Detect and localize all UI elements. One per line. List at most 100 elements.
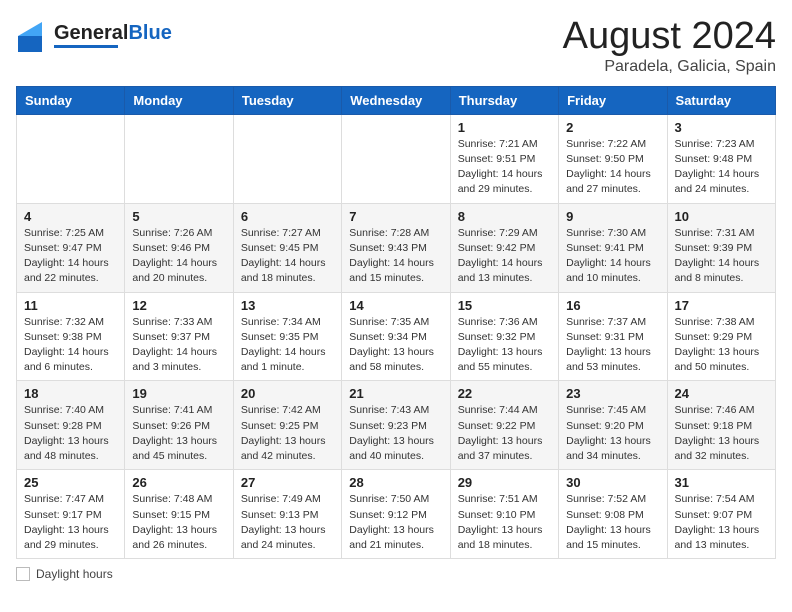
day-number: 18 (24, 386, 117, 401)
calendar-day-cell: 8 Sunrise: 7:29 AMSunset: 9:42 PMDaylight… (450, 203, 558, 292)
calendar-day-cell: 2 Sunrise: 7:22 AMSunset: 9:50 PMDaylight… (559, 114, 667, 203)
calendar-day-cell (233, 114, 341, 203)
calendar-day-cell: 7Sunrise: 7:28 AMSunset: 9:43 PMDaylight… (342, 203, 450, 292)
day-info: Sunrise: 7:38 AMSunset: 9:29 PMDaylight:… (675, 315, 768, 376)
day-info: Sunrise: 7:40 AMSunset: 9:28 PMDaylight:… (24, 403, 117, 464)
calendar-day-header: Thursday (450, 86, 558, 114)
day-number: 17 (675, 298, 768, 313)
day-info: Sunrise: 7:54 AMSunset: 9:07 PMDaylight:… (675, 492, 768, 553)
day-number: 2 (566, 120, 659, 135)
day-number: 20 (241, 386, 334, 401)
day-info: Sunrise: 7:46 AMSunset: 9:18 PMDaylight:… (675, 403, 768, 464)
calendar-day-cell: 6 Sunrise: 7:27 AMSunset: 9:45 PMDaylight… (233, 203, 341, 292)
day-info: Sunrise: 7:22 AMSunset: 9:50 PMDaylight:… (566, 137, 659, 198)
footer-label: Daylight hours (36, 567, 113, 581)
calendar-day-cell: 14 Sunrise: 7:35 AMSunset: 9:34 PMDayligh… (342, 292, 450, 381)
calendar-day-cell: 3Sunrise: 7:23 AMSunset: 9:48 PMDaylight… (667, 114, 775, 203)
day-number: 15 (458, 298, 551, 313)
calendar-day-cell: 25Sunrise: 7:47 AMSunset: 9:17 PMDayligh… (17, 470, 125, 559)
calendar-week-row: 11 Sunrise: 7:32 AMSunset: 9:38 PMDayligh… (17, 292, 776, 381)
calendar-day-header: Tuesday (233, 86, 341, 114)
day-info: Sunrise: 7:31 AMSunset: 9:39 PMDaylight:… (675, 226, 768, 287)
calendar-week-row: 1Sunrise: 7:21 AMSunset: 9:51 PMDaylight… (17, 114, 776, 203)
day-info: Sunrise: 7:35 AMSunset: 9:34 PMDaylight:… (349, 315, 442, 376)
calendar-day-cell: 17 Sunrise: 7:38 AMSunset: 9:29 PMDayligh… (667, 292, 775, 381)
day-number: 21 (349, 386, 442, 401)
calendar-day-cell: 12Sunrise: 7:33 AMSunset: 9:37 PMDayligh… (125, 292, 233, 381)
calendar-day-cell: 11 Sunrise: 7:32 AMSunset: 9:38 PMDayligh… (17, 292, 125, 381)
day-info: Sunrise: 7:25 AMSunset: 9:47 PMDaylight:… (24, 226, 117, 287)
day-info: Sunrise: 7:51 AMSunset: 9:10 PMDaylight:… (458, 492, 551, 553)
day-number: 8 (458, 209, 551, 224)
day-number: 30 (566, 475, 659, 490)
calendar-week-row: 18 Sunrise: 7:40 AMSunset: 9:28 PMDayligh… (17, 381, 776, 470)
day-info: Sunrise: 7:49 AMSunset: 9:13 PMDaylight:… (241, 492, 334, 553)
day-number: 29 (458, 475, 551, 490)
day-number: 14 (349, 298, 442, 313)
day-number: 23 (566, 386, 659, 401)
day-info: Sunrise: 7:50 AMSunset: 9:12 PMDaylight:… (349, 492, 442, 553)
calendar-day-cell: 18 Sunrise: 7:40 AMSunset: 9:28 PMDayligh… (17, 381, 125, 470)
calendar-day-cell: 1Sunrise: 7:21 AMSunset: 9:51 PMDaylight… (450, 114, 558, 203)
page-header: GeneralBlue August 2024 Paradela, Galici… (16, 16, 776, 76)
day-info: Sunrise: 7:21 AMSunset: 9:51 PMDaylight:… (458, 137, 551, 198)
calendar-day-cell: 19 Sunrise: 7:41 AMSunset: 9:26 PMDayligh… (125, 381, 233, 470)
day-number: 6 (241, 209, 334, 224)
day-info: Sunrise: 7:36 AMSunset: 9:32 PMDaylight:… (458, 315, 551, 376)
calendar-day-cell (342, 114, 450, 203)
calendar-day-header: Saturday (667, 86, 775, 114)
day-info: Sunrise: 7:43 AMSunset: 9:23 PMDaylight:… (349, 403, 442, 464)
day-number: 9 (566, 209, 659, 224)
day-info: Sunrise: 7:33 AMSunset: 9:37 PMDaylight:… (132, 315, 225, 376)
calendar-day-cell: 22 Sunrise: 7:44 AMSunset: 9:22 PMDayligh… (450, 381, 558, 470)
calendar-day-cell: 20 Sunrise: 7:42 AMSunset: 9:25 PMDayligh… (233, 381, 341, 470)
day-number: 22 (458, 386, 551, 401)
footer: Daylight hours (16, 567, 776, 581)
calendar-table: SundayMondayTuesdayWednesdayThursdayFrid… (16, 86, 776, 559)
calendar-day-cell: 10 Sunrise: 7:31 AMSunset: 9:39 PMDayligh… (667, 203, 775, 292)
location: Paradela, Galicia, Spain (563, 58, 776, 76)
day-number: 25 (24, 475, 117, 490)
day-number: 27 (241, 475, 334, 490)
calendar-day-cell: 28 Sunrise: 7:50 AMSunset: 9:12 PMDayligh… (342, 470, 450, 559)
day-info: Sunrise: 7:26 AMSunset: 9:46 PMDaylight:… (132, 226, 225, 287)
day-info: Sunrise: 7:32 AMSunset: 9:38 PMDaylight:… (24, 315, 117, 376)
day-info: Sunrise: 7:42 AMSunset: 9:25 PMDaylight:… (241, 403, 334, 464)
calendar-day-header: Monday (125, 86, 233, 114)
calendar-day-cell: 15 Sunrise: 7:36 AMSunset: 9:32 PMDayligh… (450, 292, 558, 381)
day-info: Sunrise: 7:45 AMSunset: 9:20 PMDaylight:… (566, 403, 659, 464)
day-info: Sunrise: 7:34 AMSunset: 9:35 PMDaylight:… (241, 315, 334, 376)
day-number: 28 (349, 475, 442, 490)
day-number: 26 (132, 475, 225, 490)
calendar-day-cell: 16Sunrise: 7:37 AMSunset: 9:31 PMDayligh… (559, 292, 667, 381)
day-number: 10 (675, 209, 768, 224)
day-info: Sunrise: 7:48 AMSunset: 9:15 PMDaylight:… (132, 492, 225, 553)
logo-blue: Blue (128, 22, 171, 44)
day-number: 5 (132, 209, 225, 224)
footer-box-icon (16, 567, 30, 581)
day-number: 11 (24, 298, 117, 313)
day-info: Sunrise: 7:27 AMSunset: 9:45 PMDaylight:… (241, 226, 334, 287)
logo: GeneralBlue (16, 16, 172, 54)
day-info: Sunrise: 7:44 AMSunset: 9:22 PMDaylight:… (458, 403, 551, 464)
calendar-day-header: Sunday (17, 86, 125, 114)
calendar-week-row: 25Sunrise: 7:47 AMSunset: 9:17 PMDayligh… (17, 470, 776, 559)
calendar-day-cell (125, 114, 233, 203)
calendar-day-cell: 4Sunrise: 7:25 AMSunset: 9:47 PMDaylight… (17, 203, 125, 292)
day-number: 19 (132, 386, 225, 401)
month-year: August 2024 (563, 16, 776, 58)
calendar-day-cell: 13Sunrise: 7:34 AMSunset: 9:35 PMDayligh… (233, 292, 341, 381)
calendar-day-cell: 29 Sunrise: 7:51 AMSunset: 9:10 PMDayligh… (450, 470, 558, 559)
day-info: Sunrise: 7:41 AMSunset: 9:26 PMDaylight:… (132, 403, 225, 464)
day-info: Sunrise: 7:37 AMSunset: 9:31 PMDaylight:… (566, 315, 659, 376)
logo-icon (16, 16, 54, 54)
day-info: Sunrise: 7:23 AMSunset: 9:48 PMDaylight:… (675, 137, 768, 198)
calendar-day-cell: 9 Sunrise: 7:30 AMSunset: 9:41 PMDaylight… (559, 203, 667, 292)
day-info: Sunrise: 7:30 AMSunset: 9:41 PMDaylight:… (566, 226, 659, 287)
day-number: 7 (349, 209, 442, 224)
day-info: Sunrise: 7:29 AMSunset: 9:42 PMDaylight:… (458, 226, 551, 287)
calendar-day-cell: 21 Sunrise: 7:43 AMSunset: 9:23 PMDayligh… (342, 381, 450, 470)
calendar-day-cell: 26 Sunrise: 7:48 AMSunset: 9:15 PMDayligh… (125, 470, 233, 559)
calendar-day-header: Wednesday (342, 86, 450, 114)
calendar-header-row: SundayMondayTuesdayWednesdayThursdayFrid… (17, 86, 776, 114)
